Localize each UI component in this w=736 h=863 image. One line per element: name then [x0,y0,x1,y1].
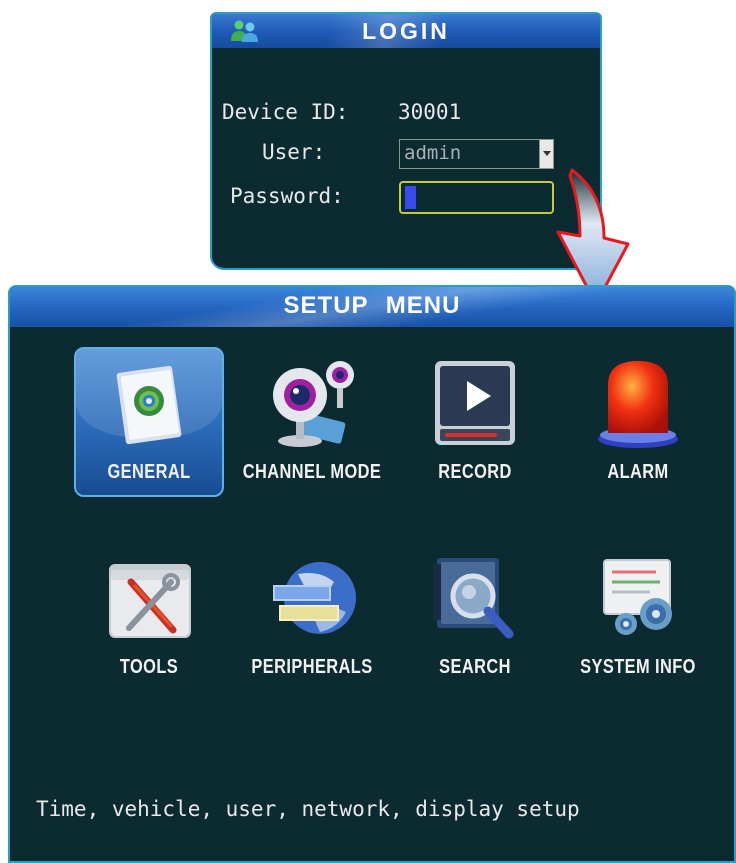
menu-item-general[interactable]: GENERAL [74,347,224,497]
webcam-icon [273,361,354,447]
password-label: Password: [230,184,344,208]
system-info-gears-icon [603,559,672,635]
menu-item-label: SYSTEM INFO [580,656,696,678]
chevron-down-icon[interactable] [539,140,553,168]
menu-item-label: PERIPHERALS [251,656,373,678]
setup-menu-window: SETUP MENU GENERAL CHANNEL MODE RECORD A… [8,285,736,863]
menu-item-record[interactable]: RECORD [400,347,550,497]
menu-item-alarm[interactable]: ALARM [563,347,713,497]
menu-item-peripherals[interactable]: PERIPHERALS [237,542,387,692]
menu-item-channel-mode[interactable]: CHANNEL MODE [237,347,387,497]
menu-item-label: CHANNEL MODE [242,461,382,483]
login-dialog: LOGIN Device ID: 30001 User: admin Passw… [210,12,602,270]
menu-item-tools[interactable]: TOOLS [74,542,224,692]
general-settings-icon [116,365,182,445]
menu-item-search[interactable]: SEARCH [400,542,550,692]
text-cursor [405,186,416,209]
globe-peripherals-icon [273,562,356,634]
menu-item-label: SEARCH [439,656,511,678]
menu-item-system-info[interactable]: SYSTEM INFO [563,542,713,692]
menu-item-label: ALARM [607,461,669,483]
menu-description: Time, vehicle, user, network, display se… [36,797,580,821]
alarm-siren-icon [598,361,678,448]
user-select-value: admin [404,142,462,164]
password-input[interactable] [399,181,554,214]
login-title-bar: LOGIN [212,14,600,48]
menu-item-label: GENERAL [107,461,191,483]
menu-item-label: TOOLS [119,656,179,678]
tools-icon [109,564,191,638]
login-title: LOGIN [362,18,450,44]
magnifier-search-icon [433,558,514,639]
setup-title-bar: SETUP MENU [10,287,734,327]
device-id-label: Device ID: [222,100,349,124]
play-record-icon [435,361,515,445]
user-label: User: [262,140,326,164]
menu-item-label: RECORD [438,461,512,483]
setup-menu-title: SETUP MENU [283,292,461,319]
device-id-value: 30001 [398,100,462,124]
user-select[interactable]: admin [399,139,554,169]
